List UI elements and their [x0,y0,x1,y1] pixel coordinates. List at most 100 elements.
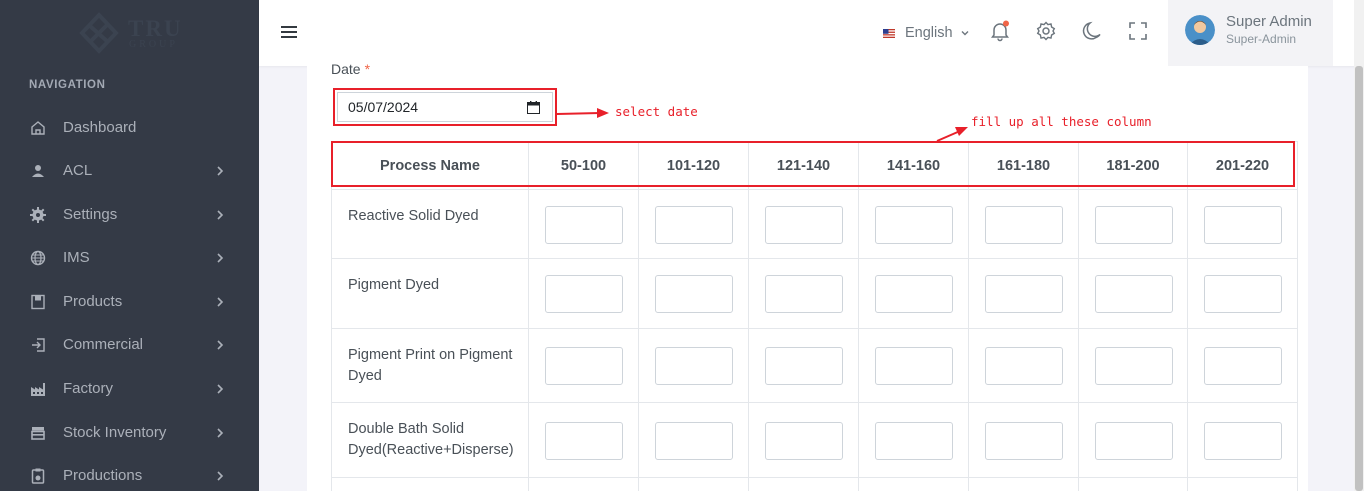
process-name-cell: Pigment Print on Pigment Dyed [331,328,529,403]
sidebar-item-label: Dashboard [63,119,137,136]
rate-input-field[interactable] [1095,206,1173,244]
sidebar-item-stock-inventory[interactable]: Stock Inventory [0,413,259,453]
login-arrow-icon [32,338,45,352]
rate-input-field[interactable] [985,422,1063,460]
rate-cell [638,477,749,491]
chevron-right-icon [217,471,224,481]
rate-cell [858,189,969,259]
rate-cell [1078,328,1188,403]
gear-icon [30,207,46,223]
date-value: 05/07/2024 [348,99,419,115]
rate-cell [748,402,859,478]
sidebar-item-label: Factory [63,380,114,397]
rate-input-field[interactable] [875,422,953,460]
date-label-text: Date [331,61,361,77]
sidebar-item-acl[interactable]: ACL [0,151,259,191]
column-header: Process Name [331,141,529,190]
table-row: Reactive Solid Dyed [331,189,1298,259]
rate-input-field[interactable] [1204,206,1282,244]
date-highlight-box: 05/07/2024 [333,88,557,126]
column-header: 181-200 [1078,141,1188,190]
rate-input-field[interactable] [1204,275,1282,313]
store-icon [31,427,45,440]
table-row: Pigment Dyed [331,258,1298,329]
sidebar-item-label: ACL [63,162,93,179]
sidebar-item-label: Stock Inventory [63,424,167,441]
rate-input-field[interactable] [655,347,733,385]
column-header: 161-180 [968,141,1079,190]
table-row: Pigment Print on Pigment Dyed [331,328,1298,403]
rate-cell [858,477,969,491]
logo-mark-icon [79,12,119,54]
rate-cell [528,189,639,259]
rate-cell [748,189,859,259]
chevron-down-icon [961,31,969,36]
rate-cell [1078,189,1188,259]
date-input[interactable]: 05/07/2024 [337,92,553,122]
rate-input-field[interactable] [765,347,843,385]
rate-cell [1187,402,1298,478]
sidebar: TRU GROUP NAVIGATION Dashboard ACL Setting… [0,0,259,491]
rate-input-field[interactable] [545,275,623,313]
rate-input-field[interactable] [765,275,843,313]
rate-input-field[interactable] [765,422,843,460]
rate-cell [748,328,859,403]
rate-input-field[interactable] [1095,275,1173,313]
rate-input-field[interactable] [545,422,623,460]
rate-input-field[interactable] [545,347,623,385]
sidebar-item-ims[interactable]: IMS [0,238,259,278]
sidebar-item-commercial[interactable]: Commercial [0,325,259,365]
rate-cell [331,477,529,491]
rate-input-field[interactable] [985,347,1063,385]
rate-input-field[interactable] [1204,422,1282,460]
rate-input-field[interactable] [655,206,733,244]
language-selector[interactable]: English [883,22,970,44]
brand-logo[interactable]: TRU GROUP [78,12,188,54]
sidebar-item-products[interactable]: Products [0,282,259,322]
rate-cell [1187,189,1298,259]
column-header: 201-220 [1187,141,1298,190]
rate-input-field[interactable] [875,347,953,385]
rate-cell [1187,258,1298,329]
chevron-right-icon [217,166,224,176]
sidebar-item-dashboard[interactable]: Dashboard [0,108,259,148]
rate-input-field[interactable] [985,206,1063,244]
rate-input-field[interactable] [1095,422,1173,460]
sidebar-item-productions[interactable]: Productions [0,456,259,491]
calendar-icon[interactable] [527,101,540,114]
factory-icon [31,383,45,396]
rate-cell [1187,328,1298,403]
sidebar-item-settings[interactable]: Settings [0,195,259,235]
user-menu[interactable]: Super Admin Super-Admin [1168,0,1333,66]
rate-input-field[interactable] [655,275,733,313]
dark-mode-moon-icon[interactable] [1081,20,1103,42]
rate-input-field[interactable] [545,206,623,244]
page-scrollbar[interactable] [1354,0,1364,491]
rate-input-field[interactable] [1095,347,1173,385]
menu-icon[interactable] [279,22,299,42]
us-flag-icon [883,28,895,38]
rate-cell [968,402,1079,478]
rate-cell [968,328,1079,403]
sidebar-item-factory[interactable]: Factory [0,369,259,409]
rate-cell [748,258,859,329]
rate-cell [968,258,1079,329]
rate-input-field[interactable] [765,206,843,244]
rate-cell [638,328,749,403]
rate-cell [858,328,969,403]
brand-sub: GROUP [129,39,178,50]
rate-cell [968,477,1079,491]
top-header: English Super Admin Super-Admin [259,0,1364,66]
scrollbar-thumb[interactable] [1355,66,1363,491]
rate-input-field[interactable] [655,422,733,460]
rate-input-field[interactable] [875,206,953,244]
rate-input-field[interactable] [875,275,953,313]
rate-input-field[interactable] [1204,347,1282,385]
user-role: Super-Admin [1226,32,1297,46]
user-icon [32,165,44,177]
required-mark: * [364,61,371,77]
rate-input-field[interactable] [985,275,1063,313]
settings-gear-icon[interactable] [1035,20,1057,42]
notification-bell-icon[interactable] [989,20,1011,42]
fullscreen-icon[interactable] [1127,20,1149,42]
